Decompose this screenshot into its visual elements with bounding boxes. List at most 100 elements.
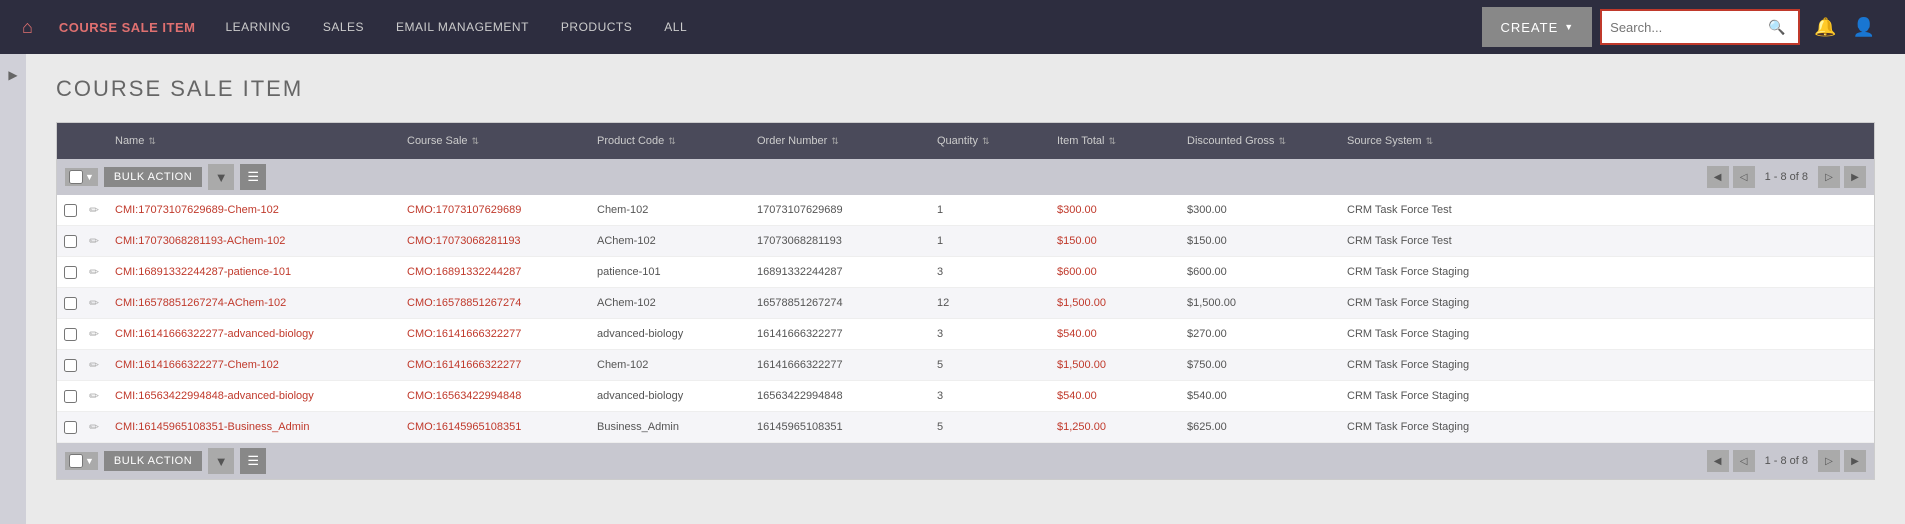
sort-icon-qty: ⇅ — [982, 136, 990, 147]
cell-quantity: 3 — [927, 320, 1047, 348]
cell-quantity: 12 — [927, 289, 1047, 317]
check-all-container-bottom[interactable]: ▼ — [65, 452, 98, 470]
row-checkbox[interactable] — [64, 235, 77, 248]
col-header-product-code[interactable]: Product Code ⇅ — [587, 123, 747, 159]
edit-icon-cell[interactable]: ✏ — [83, 195, 105, 225]
cell-product-code: Business_Admin — [587, 413, 747, 441]
edit-icon-cell[interactable]: ✏ — [83, 412, 105, 442]
row-checkbox[interactable] — [64, 421, 77, 434]
prev-page-button-bottom[interactable]: ◀ — [1707, 450, 1729, 472]
cell-product-code: Chem-102 — [587, 351, 747, 379]
filter-button[interactable]: ▼ — [208, 164, 234, 190]
row-checkbox[interactable] — [64, 328, 77, 341]
row-checkbox-cell — [57, 227, 83, 256]
next-page-button2-bottom[interactable]: ▶ — [1844, 450, 1866, 472]
table-row: ✏ CMI:17073107629689-Chem-102 CMO:170731… — [57, 195, 1874, 226]
row-checkbox[interactable] — [64, 266, 77, 279]
search-input[interactable] — [1610, 20, 1768, 35]
col-header-item-total[interactable]: Item Total ⇅ — [1047, 123, 1177, 159]
table-row: ✏ CMI:17073068281193-AChem-102 CMO:17073… — [57, 226, 1874, 257]
notification-icon[interactable]: 🔔 — [1806, 17, 1844, 38]
table-row: ✏ CMI:16141666322277-Chem-102 CMO:161416… — [57, 350, 1874, 381]
search-box: 🔍 — [1600, 9, 1800, 45]
user-icon[interactable]: 👤 — [1845, 17, 1883, 38]
cell-course-sale[interactable]: CMO:16563422994848 — [397, 382, 587, 410]
row-checkbox-cell — [57, 289, 83, 318]
next-page-button-bottom[interactable]: ▷ — [1818, 450, 1840, 472]
filter-button-bottom[interactable]: ▼ — [208, 448, 234, 474]
nav-brand[interactable]: COURSE SALE ITEM — [45, 20, 210, 35]
nav-link-sales[interactable]: SALES — [307, 20, 380, 34]
col-header-quantity[interactable]: Quantity ⇅ — [927, 123, 1047, 159]
cell-item-total: $300.00 — [1047, 196, 1177, 224]
edit-icon-cell[interactable]: ✏ — [83, 226, 105, 256]
cell-source-system: CRM Task Force Staging — [1337, 289, 1874, 317]
cell-product-code: patience-101 — [587, 258, 747, 286]
cell-name[interactable]: CMI:16141666322277-advanced-biology — [105, 320, 397, 348]
cell-name[interactable]: CMI:16563422994848-advanced-biology — [105, 382, 397, 410]
cell-item-total: $540.00 — [1047, 320, 1177, 348]
next-page-button[interactable]: ▷ — [1818, 166, 1840, 188]
cell-quantity: 3 — [927, 258, 1047, 286]
select-all-dropdown-icon-bottom[interactable]: ▼ — [85, 456, 94, 466]
select-all-checkbox[interactable] — [69, 170, 83, 184]
edit-icon-cell[interactable]: ✏ — [83, 381, 105, 411]
col-header-discounted-gross[interactable]: Discounted Gross ⇅ — [1177, 123, 1337, 159]
row-checkbox[interactable] — [64, 390, 77, 403]
col-header-course-sale[interactable]: Course Sale ⇅ — [397, 123, 587, 159]
list-view-button-bottom[interactable]: ☰ — [240, 448, 266, 474]
cell-quantity: 5 — [927, 413, 1047, 441]
edit-icon-cell[interactable]: ✏ — [83, 257, 105, 287]
nav-link-products[interactable]: PRODUCTS — [545, 20, 648, 34]
col-header-name[interactable]: Name ⇅ — [105, 123, 397, 159]
bulk-action-button[interactable]: BULK ACTION — [104, 167, 202, 187]
col-header-source-system[interactable]: Source System ⇅ — [1337, 123, 1874, 159]
select-all-dropdown-icon[interactable]: ▼ — [85, 172, 94, 182]
row-checkbox[interactable] — [64, 297, 77, 310]
table-row: ✏ CMI:16141666322277-advanced-biology CM… — [57, 319, 1874, 350]
check-all-container[interactable]: ▼ — [65, 168, 98, 186]
home-icon[interactable]: ⌂ — [10, 17, 45, 38]
sidebar-toggle[interactable]: ▶ — [0, 54, 26, 524]
cell-name[interactable]: CMI:17073107629689-Chem-102 — [105, 196, 397, 224]
create-button[interactable]: CREATE ▼ — [1482, 7, 1592, 47]
cell-name[interactable]: CMI:16578851267274-AChem-102 — [105, 289, 397, 317]
nav-link-learning[interactable]: LEARNING — [209, 20, 306, 34]
list-view-button[interactable]: ☰ — [240, 164, 266, 190]
cell-name[interactable]: CMI:17073068281193-AChem-102 — [105, 227, 397, 255]
cell-course-sale[interactable]: CMO:17073107629689 — [397, 196, 587, 224]
nav-link-email-management[interactable]: EMAIL MANAGEMENT — [380, 20, 545, 34]
pagination-info: 1 - 8 of 8 — [1759, 171, 1814, 183]
edit-icon-cell[interactable]: ✏ — [83, 319, 105, 349]
cell-quantity: 5 — [927, 351, 1047, 379]
edit-icon-cell[interactable]: ✏ — [83, 288, 105, 318]
prev-page-button2[interactable]: ◁ — [1733, 166, 1755, 188]
edit-icon-cell[interactable]: ✏ — [83, 350, 105, 380]
cell-course-sale[interactable]: CMO:16141666322277 — [397, 351, 587, 379]
cell-course-sale[interactable]: CMO:16578851267274 — [397, 289, 587, 317]
next-page-button2[interactable]: ▶ — [1844, 166, 1866, 188]
col-header-order-number[interactable]: Order Number ⇅ — [747, 123, 927, 159]
cell-name[interactable]: CMI:16141666322277-Chem-102 — [105, 351, 397, 379]
cell-course-sale[interactable]: CMO:16891332244287 — [397, 258, 587, 286]
sort-icon-course: ⇅ — [472, 136, 480, 147]
select-all-checkbox-bottom[interactable] — [69, 454, 83, 468]
cell-name[interactable]: CMI:16145965108351-Business_Admin — [105, 413, 397, 441]
row-checkbox-cell — [57, 258, 83, 287]
cell-quantity: 3 — [927, 382, 1047, 410]
cell-course-sale[interactable]: CMO:16141666322277 — [397, 320, 587, 348]
nav-link-all[interactable]: ALL — [648, 20, 703, 34]
create-dropdown-icon: ▼ — [1564, 22, 1574, 32]
bulk-action-button-bottom[interactable]: BULK ACTION — [104, 451, 202, 471]
cell-order-number: 16145965108351 — [747, 413, 927, 441]
table-row: ✏ CMI:16563422994848-advanced-biology CM… — [57, 381, 1874, 412]
cell-name[interactable]: CMI:16891332244287-patience-101 — [105, 258, 397, 286]
cell-course-sale[interactable]: CMO:16145965108351 — [397, 413, 587, 441]
prev-page-button[interactable]: ◀ — [1707, 166, 1729, 188]
row-checkbox-cell — [57, 413, 83, 442]
prev-page-button2-bottom[interactable]: ◁ — [1733, 450, 1755, 472]
row-checkbox[interactable] — [64, 204, 77, 217]
cell-course-sale[interactable]: CMO:17073068281193 — [397, 227, 587, 255]
row-checkbox[interactable] — [64, 359, 77, 372]
cell-source-system: CRM Task Force Staging — [1337, 320, 1874, 348]
